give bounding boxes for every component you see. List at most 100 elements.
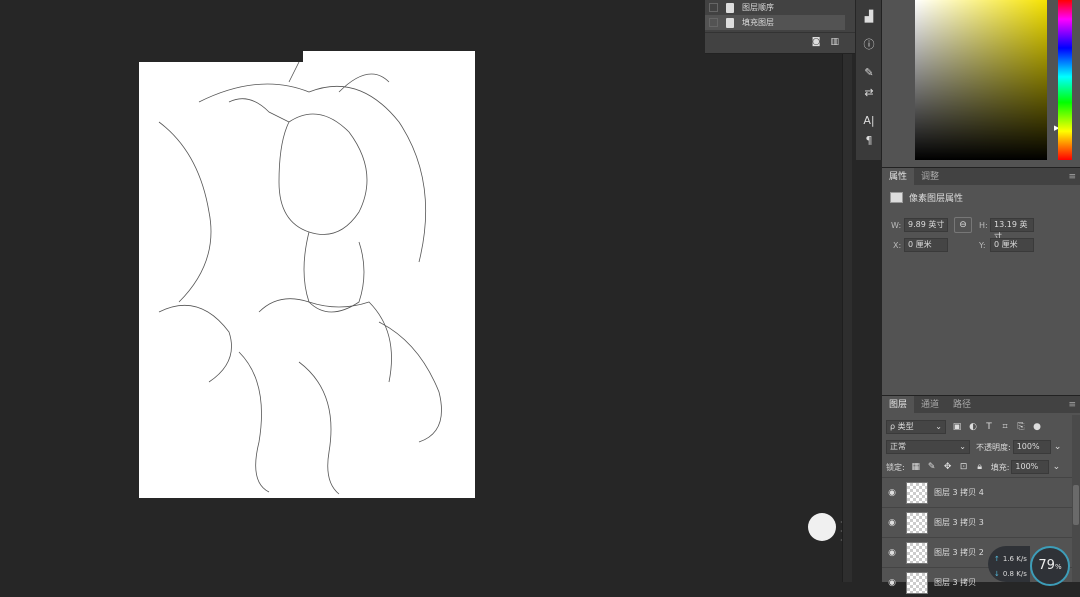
opacity-value: 100% xyxy=(1016,442,1040,451)
chevron-down-icon: ⌄ xyxy=(959,442,966,451)
panel-menu-icon[interactable]: ≡ xyxy=(1068,172,1076,182)
shape-filter-icon[interactable]: ⌗ xyxy=(1000,422,1010,432)
properties-title: 像素图层属性 xyxy=(890,191,963,204)
network-speed-widget: ↑ 1.6 K/s ↓ 0.8 K/s xyxy=(988,546,1030,582)
blend-row: 正常 ⌄ 不透明度: 100% ⌄ xyxy=(886,439,1076,455)
lock-artboard-icon[interactable]: ⊡ xyxy=(959,462,969,472)
color-panel: ▶ xyxy=(882,0,1080,165)
blend-mode-dropdown[interactable]: 正常 ⌄ xyxy=(886,440,970,454)
mini-panel-row[interactable]: 图层顺序 xyxy=(705,0,845,15)
lock-image-icon[interactable]: ✎ xyxy=(927,462,937,472)
paragraph-icon[interactable]: ¶ xyxy=(862,134,876,148)
x-label: X: xyxy=(893,241,902,250)
canvas-vertical-scrollbar[interactable] xyxy=(842,0,852,582)
eye-icon[interactable]: ◉ xyxy=(882,518,902,528)
floating-assistant-button[interactable] xyxy=(808,513,836,541)
properties-title-text: 像素图层属性 xyxy=(909,194,964,204)
eye-icon[interactable]: ◉ xyxy=(882,578,902,588)
opacity-field[interactable]: 100% xyxy=(1012,440,1051,454)
canvas-workspace[interactable]: · · · xyxy=(0,0,843,582)
fill-label: 填充: xyxy=(990,462,1010,472)
chevron-down-icon[interactable]: ⌄ xyxy=(1051,462,1061,472)
tab-adjustments[interactable]: 调整 xyxy=(914,168,946,186)
layer-name[interactable]: 图层 3 拷贝 xyxy=(934,577,976,588)
layer-thumbnail xyxy=(906,541,928,564)
blend-mode-value: 正常 xyxy=(890,442,906,451)
width-label: W: xyxy=(891,221,902,230)
adjustment-filter-icon[interactable]: ◐ xyxy=(968,422,978,432)
layer-name[interactable]: 图层 3 拷贝 4 xyxy=(934,487,984,498)
download-value: 0.8 xyxy=(1002,570,1015,578)
link-icon[interactable]: ⊖ xyxy=(954,217,972,233)
tab-properties[interactable]: 属性 xyxy=(882,167,915,186)
image-filter-icon[interactable]: ▣ xyxy=(952,422,962,432)
layer-row[interactable]: ◉ 图层 3 拷贝 3 xyxy=(882,507,1072,537)
gauge-value: 79 xyxy=(1038,558,1055,573)
checkbox-icon[interactable] xyxy=(709,3,718,12)
filter-label: ρ 类型 xyxy=(890,422,914,431)
y-field[interactable]: 0 厘米 xyxy=(990,238,1034,252)
tab-layers[interactable]: 图层 xyxy=(882,395,915,414)
image-layer-icon xyxy=(890,192,903,203)
mini-panel-footer: ◙ ▥ xyxy=(705,32,855,50)
layer-filter-dropdown[interactable]: ρ 类型 ⌄ xyxy=(886,420,946,434)
mini-panel-row-selected[interactable]: 填充图层 xyxy=(705,15,845,30)
tab-channels[interactable]: 通道 xyxy=(914,396,946,414)
fill-value: 100% xyxy=(1015,462,1039,471)
tab-paths[interactable]: 路径 xyxy=(946,396,978,414)
layer-thumbnail xyxy=(906,481,928,504)
download-unit: K/s xyxy=(1016,570,1027,578)
layer-name[interactable]: 图层 3 拷贝 2 xyxy=(934,547,984,558)
brush-icon[interactable]: ✎ xyxy=(862,66,876,80)
mini-row-label: 填充图层 xyxy=(742,18,774,27)
type-filter-icon[interactable]: T xyxy=(984,422,994,432)
scrollbar-thumb[interactable] xyxy=(1073,485,1079,525)
color-picker-field[interactable] xyxy=(915,0,1047,160)
layer-row[interactable]: ◉ 图层 3 拷贝 4 xyxy=(882,477,1072,507)
trash-icon[interactable]: ▥ xyxy=(830,37,839,47)
camera-icon[interactable]: ◙ xyxy=(812,37,821,47)
panel-menu-icon[interactable]: ≡ xyxy=(1068,400,1076,410)
history-mini-panel: 图层顺序 填充图层 ◙ ▥ xyxy=(705,0,855,54)
properties-panel: 像素图层属性 W: 9.89 英寸 ⊖ H: 13.19 英寸 X: 0 厘米 … xyxy=(882,185,1080,395)
chevron-down-icon[interactable]: ⌄ xyxy=(1053,442,1063,452)
x-field[interactable]: 0 厘米 xyxy=(904,238,948,252)
layer-filter-row: ρ 类型 ⌄ ▣ ◐ T ⌗ ⎘ ● xyxy=(886,419,1076,435)
memory-gauge[interactable]: 79% xyxy=(1030,546,1070,586)
filter-toggle-icon[interactable]: ● xyxy=(1032,422,1042,432)
eye-icon[interactable]: ◉ xyxy=(882,548,902,558)
document-icon xyxy=(726,2,734,13)
checkbox-icon[interactable] xyxy=(709,18,718,27)
fill-field[interactable]: 100% xyxy=(1011,460,1050,474)
line-art-illustration xyxy=(158,61,442,495)
height-label: H: xyxy=(979,221,988,230)
eye-icon[interactable]: ◉ xyxy=(882,488,902,498)
arrow-up-icon: ↑ xyxy=(994,555,1000,563)
lock-transparent-icon[interactable]: ▦ xyxy=(911,462,921,472)
layer-thumbnail xyxy=(906,571,928,594)
layer-thumbnail xyxy=(906,511,928,534)
upload-unit: K/s xyxy=(1016,555,1027,563)
height-field[interactable]: 13.19 英寸 xyxy=(990,218,1034,241)
y-label: Y: xyxy=(979,241,986,250)
histogram-icon[interactable]: ▟ xyxy=(862,10,876,24)
mini-row-label: 图层顺序 xyxy=(742,3,774,12)
upload-value: 1.6 xyxy=(1002,555,1015,563)
upload-speed: ↑ 1.6 K/s xyxy=(994,555,1027,563)
info-icon[interactable]: ⓘ xyxy=(862,38,876,52)
right-panel-dock: ▶ 属性 调整 ≡ 像素图层属性 W: 9.89 英寸 ⊖ H: 13.19 英… xyxy=(882,0,1080,594)
layer-name[interactable]: 图层 3 拷贝 3 xyxy=(934,517,984,528)
layers-scrollbar[interactable] xyxy=(1072,415,1080,582)
adjust-icon[interactable]: ⇄ xyxy=(862,86,876,100)
chevron-down-icon: ⌄ xyxy=(935,422,942,431)
width-field[interactable]: 9.89 英寸 xyxy=(904,218,948,232)
lock-all-icon[interactable]: 🔒︎ xyxy=(975,462,985,472)
lock-position-icon[interactable]: ✥ xyxy=(943,462,953,472)
panel-tool-strip: ▟ ⓘ ✎ ⇄ A| ¶ xyxy=(856,0,882,160)
hue-slider[interactable] xyxy=(1058,0,1072,160)
document-canvas[interactable] xyxy=(139,61,475,498)
lock-row: 锁定: ▦ ✎ ✥ ⊡ 🔒︎ 填充: 100% ⌄ xyxy=(886,459,1076,475)
character-icon[interactable]: A| xyxy=(862,114,876,128)
smart-object-filter-icon[interactable]: ⎘ xyxy=(1016,422,1026,432)
gauge-unit: % xyxy=(1054,563,1062,571)
